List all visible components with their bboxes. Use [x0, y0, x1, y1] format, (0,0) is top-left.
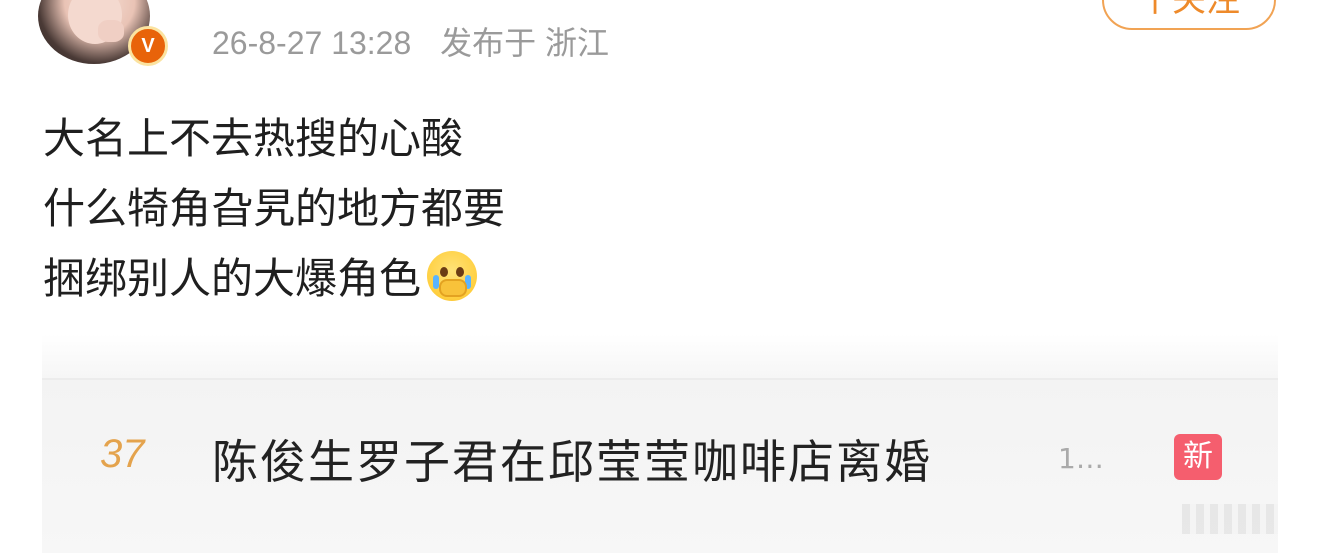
hot-search-rank: 37 — [100, 432, 145, 476]
post-line-3: 捆绑别人的大爆角色 — [43, 244, 505, 314]
hot-search-topic[interactable]: 陈俊生罗子君在邱莹莹咖啡店离婚 — [212, 426, 932, 492]
post-location: 发布于 浙江 — [440, 25, 610, 61]
post-meta: 26-8-27 13:28 发布于 浙江 — [212, 18, 609, 64]
blurred-watermark — [1182, 504, 1278, 534]
timestamp: 26-8-27 13:28 — [212, 25, 412, 61]
crying-emoji-icon — [427, 251, 478, 301]
post-line-1: 大名上不去热搜的心酸 — [43, 114, 464, 163]
hot-search-count: 1… — [1058, 442, 1104, 475]
avatar-hand — [98, 20, 124, 42]
new-badge: 新 — [1174, 434, 1222, 480]
hot-search-screenshot[interactable]: 37 陈俊生罗子君在邱莹莹咖啡店离婚 1… 新 — [42, 334, 1278, 553]
post-line-3-text: 捆绑别人的大爆角色 — [43, 254, 422, 303]
post-line-2: 什么犄角旮旯的地方都要 — [43, 184, 506, 233]
verified-badge-icon: V — [128, 26, 168, 66]
post-body: 大名上不去热搜的心酸 什么犄角旮旯的地方都要 捆绑别人的大爆角色 — [43, 104, 505, 314]
follow-button[interactable]: 十关注 — [1102, 0, 1276, 30]
divider — [42, 378, 1278, 380]
